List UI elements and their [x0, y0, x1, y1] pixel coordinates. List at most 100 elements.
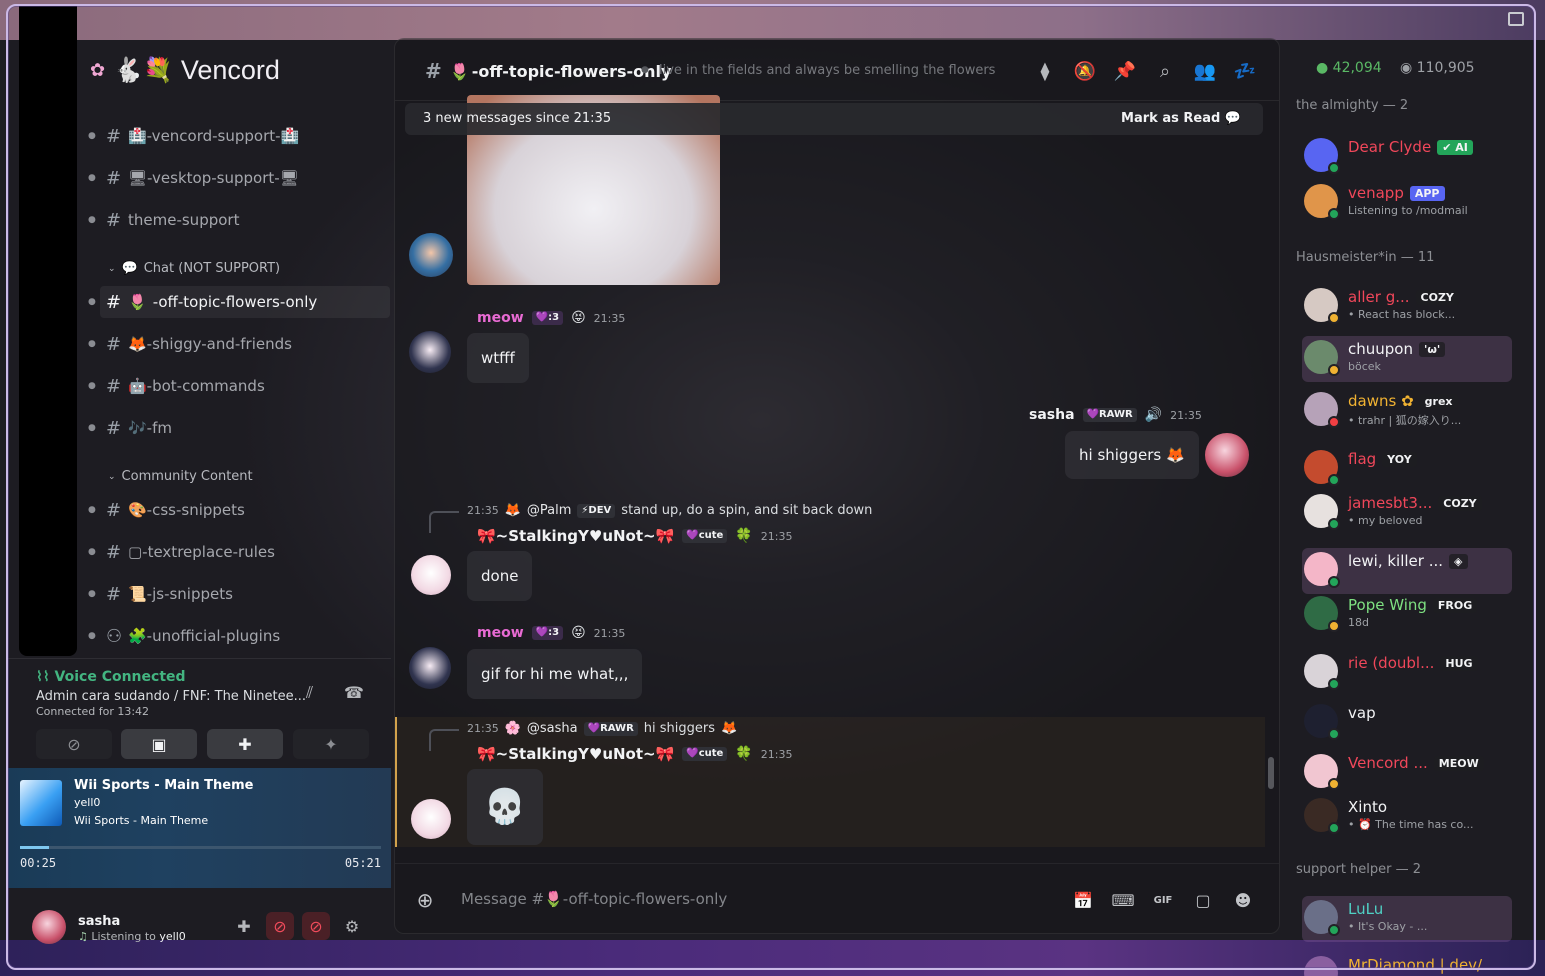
channel-item[interactable]: ● # 🌷 -off-topic-flowers-only: [88, 286, 390, 318]
channel-item[interactable]: ● ⚇ 🧩-unofficial-plugins: [88, 620, 390, 652]
server-name: Vencord: [180, 54, 280, 85]
mute-button[interactable]: ⊘: [266, 912, 294, 940]
soundboard-button[interactable]: ✦: [293, 729, 369, 759]
group-support: support helper — 2: [1296, 862, 1422, 877]
channel-item[interactable]: ● # 🤖-bot-commands: [88, 370, 390, 402]
clover-icon: 🍀: [735, 746, 753, 762]
threads-icon[interactable]: ⧫: [1033, 59, 1057, 83]
track-artist[interactable]: yell0: [74, 796, 100, 809]
channel-item[interactable]: ● # 🏥-vencord-support-🏥: [88, 120, 390, 152]
calendar-icon[interactable]: 📅: [1071, 888, 1095, 912]
member-item[interactable]: venapp APP Listening to /modmail: [1302, 180, 1512, 226]
author-name[interactable]: 🎀~StalkingY♥uNot~🎀: [477, 745, 674, 763]
gamepad-icon: ✚: [238, 734, 252, 754]
avatar[interactable]: [409, 233, 453, 277]
unread-dot-icon: ●: [88, 297, 96, 307]
member-item[interactable]: LuLu • It's Okay - ...: [1302, 896, 1512, 942]
member-item[interactable]: jamesbt3... COZY • my beloved: [1302, 490, 1512, 536]
member-item[interactable]: aller g... COZY • React has block...: [1302, 284, 1512, 330]
member-item[interactable]: Xinto • ⏰ The time has co...: [1302, 794, 1512, 840]
member-item[interactable]: vap: [1302, 700, 1512, 746]
sticker-icon[interactable]: ▢: [1191, 888, 1215, 912]
camera-off-button[interactable]: ⊘: [36, 729, 112, 759]
member-item[interactable]: dawns ✿ grex • trahr | 狐の嫁入り...: [1302, 388, 1512, 434]
member-item[interactable]: Dear Clyde ✔ AI: [1302, 134, 1512, 180]
member-name: Pope Wing FROG: [1348, 596, 1478, 614]
channel-item[interactable]: ● # theme-support: [88, 204, 390, 236]
message-input[interactable]: Message #🌷-off-topic-flowers-only: [461, 890, 727, 908]
channel-item[interactable]: ● # ▢-textreplace-rules: [88, 536, 390, 568]
author-name[interactable]: 🎀~StalkingY♥uNot~🎀: [477, 527, 674, 545]
message-bubble: gif for hi me what,,,: [467, 649, 643, 699]
channel-item[interactable]: ● # 🦊-shiggy-and-friends: [88, 328, 390, 360]
member-tag: grex: [1419, 394, 1458, 409]
member-item[interactable]: chuupon'ω' böcek: [1302, 336, 1512, 382]
reply-line: [429, 729, 459, 751]
member-item[interactable]: flag YOY: [1302, 446, 1512, 492]
settings-button[interactable]: ⚙: [338, 912, 366, 940]
screen-share-button[interactable]: ▣: [121, 729, 197, 759]
reply-preview[interactable]: 21:35 🦊 @Palm ⚡DEV stand up, do a spin, …: [467, 503, 872, 518]
member-tag: APP: [1409, 186, 1445, 201]
channel-item[interactable]: ● # 🎨-css-snippets: [88, 494, 390, 526]
channel-label: theme-support: [128, 211, 240, 229]
sleep-icon[interactable]: 💤: [1233, 59, 1257, 83]
channel-label: -off-topic-flowers-only: [152, 293, 318, 311]
author-name[interactable]: sasha: [1029, 407, 1075, 423]
member-item[interactable]: Vencord ... MEOW: [1302, 750, 1512, 796]
author-name[interactable]: meow: [477, 625, 524, 641]
scrollbar[interactable]: [1268, 757, 1274, 789]
gamepad-button[interactable]: ✚: [230, 912, 258, 940]
avatar[interactable]: [409, 647, 451, 689]
server-header[interactable]: ✿ 🐇💐 Vencord: [90, 40, 280, 100]
hash-icon: #: [106, 333, 122, 355]
status-dot: [1328, 162, 1340, 174]
channel-item[interactable]: ● # 📜-js-snippets: [88, 578, 390, 610]
status-dot: [1328, 576, 1340, 588]
member-tag: FROG: [1432, 598, 1478, 613]
author-name[interactable]: meow: [477, 310, 524, 326]
album-art: [20, 780, 62, 826]
disconnect-icon[interactable]: ☎: [344, 685, 364, 701]
gif-icon[interactable]: GIF: [1151, 888, 1175, 912]
channel-topic[interactable]: live in the fields and always be smellin…: [659, 63, 995, 78]
deafen-button[interactable]: ⊘: [302, 912, 330, 940]
category-chat[interactable]: ⌄ 💬 Chat (NOT SUPPORT): [108, 261, 280, 276]
member-item[interactable]: Pope Wing FROG 18d: [1302, 592, 1512, 638]
avatar[interactable]: [409, 331, 451, 373]
inbox-icon[interactable]: [1508, 12, 1524, 26]
keyboard-icon[interactable]: ⌨: [1111, 888, 1135, 912]
reply-tag: 💜RAWR: [583, 721, 638, 736]
track-title[interactable]: Wii Sports - Main Theme: [74, 778, 253, 793]
member-list-icon[interactable]: 👥: [1193, 59, 1217, 83]
search-icon[interactable]: ⌕: [1153, 59, 1177, 83]
category-community[interactable]: ⌄ Community Content: [108, 469, 253, 484]
track-album[interactable]: Wii Sports - Main Theme: [74, 814, 208, 827]
track-progress[interactable]: [20, 846, 381, 849]
new-messages-bar[interactable]: 3 new messages since 21:35 Mark as Read …: [405, 103, 1263, 135]
message-header: 🎀~StalkingY♥uNot~🎀 💜cute 🍀 21:35: [477, 745, 792, 763]
channel-item[interactable]: ● # 🖥-vesktop-support-🖥: [88, 162, 390, 194]
mark-as-read-button[interactable]: Mark as Read 💬: [1121, 111, 1241, 126]
member-item[interactable]: MrDiamond | dev/: [1302, 952, 1512, 976]
emoji-icon[interactable]: ☻: [1231, 888, 1255, 912]
activity-button[interactable]: ✚: [207, 729, 283, 759]
avatar[interactable]: [411, 799, 451, 839]
channel-label: 🎨-css-snippets: [128, 501, 245, 519]
username[interactable]: sasha: [78, 914, 120, 929]
member-name: LuLu: [1348, 900, 1384, 918]
avatar[interactable]: [1205, 433, 1249, 477]
pin-icon[interactable]: 📌: [1113, 59, 1137, 83]
server-emoji: 🐇💐: [113, 56, 173, 84]
avatar[interactable]: [32, 910, 66, 944]
member-item[interactable]: lewi, killer ... ◈: [1302, 548, 1512, 594]
noise-suppression-icon[interactable]: ⫽: [306, 685, 313, 701]
reply-preview[interactable]: 21:35 🌸 @sasha 💜RAWR hi shiggers 🦊: [467, 721, 737, 736]
message-composer: ⊕ Message #🌷-off-topic-flowers-only 📅 ⌨ …: [395, 863, 1279, 933]
member-item[interactable]: rie (doubl... HUG: [1302, 650, 1512, 696]
mute-notifications-icon[interactable]: 🔕: [1073, 59, 1097, 83]
add-attachment-icon[interactable]: ⊕: [413, 888, 437, 912]
chat-area: # 🌷 -off-topic-flowers-only ● live in the…: [394, 38, 1280, 934]
avatar[interactable]: [411, 555, 451, 595]
channel-item[interactable]: ● # 🎶-fm: [88, 412, 390, 444]
